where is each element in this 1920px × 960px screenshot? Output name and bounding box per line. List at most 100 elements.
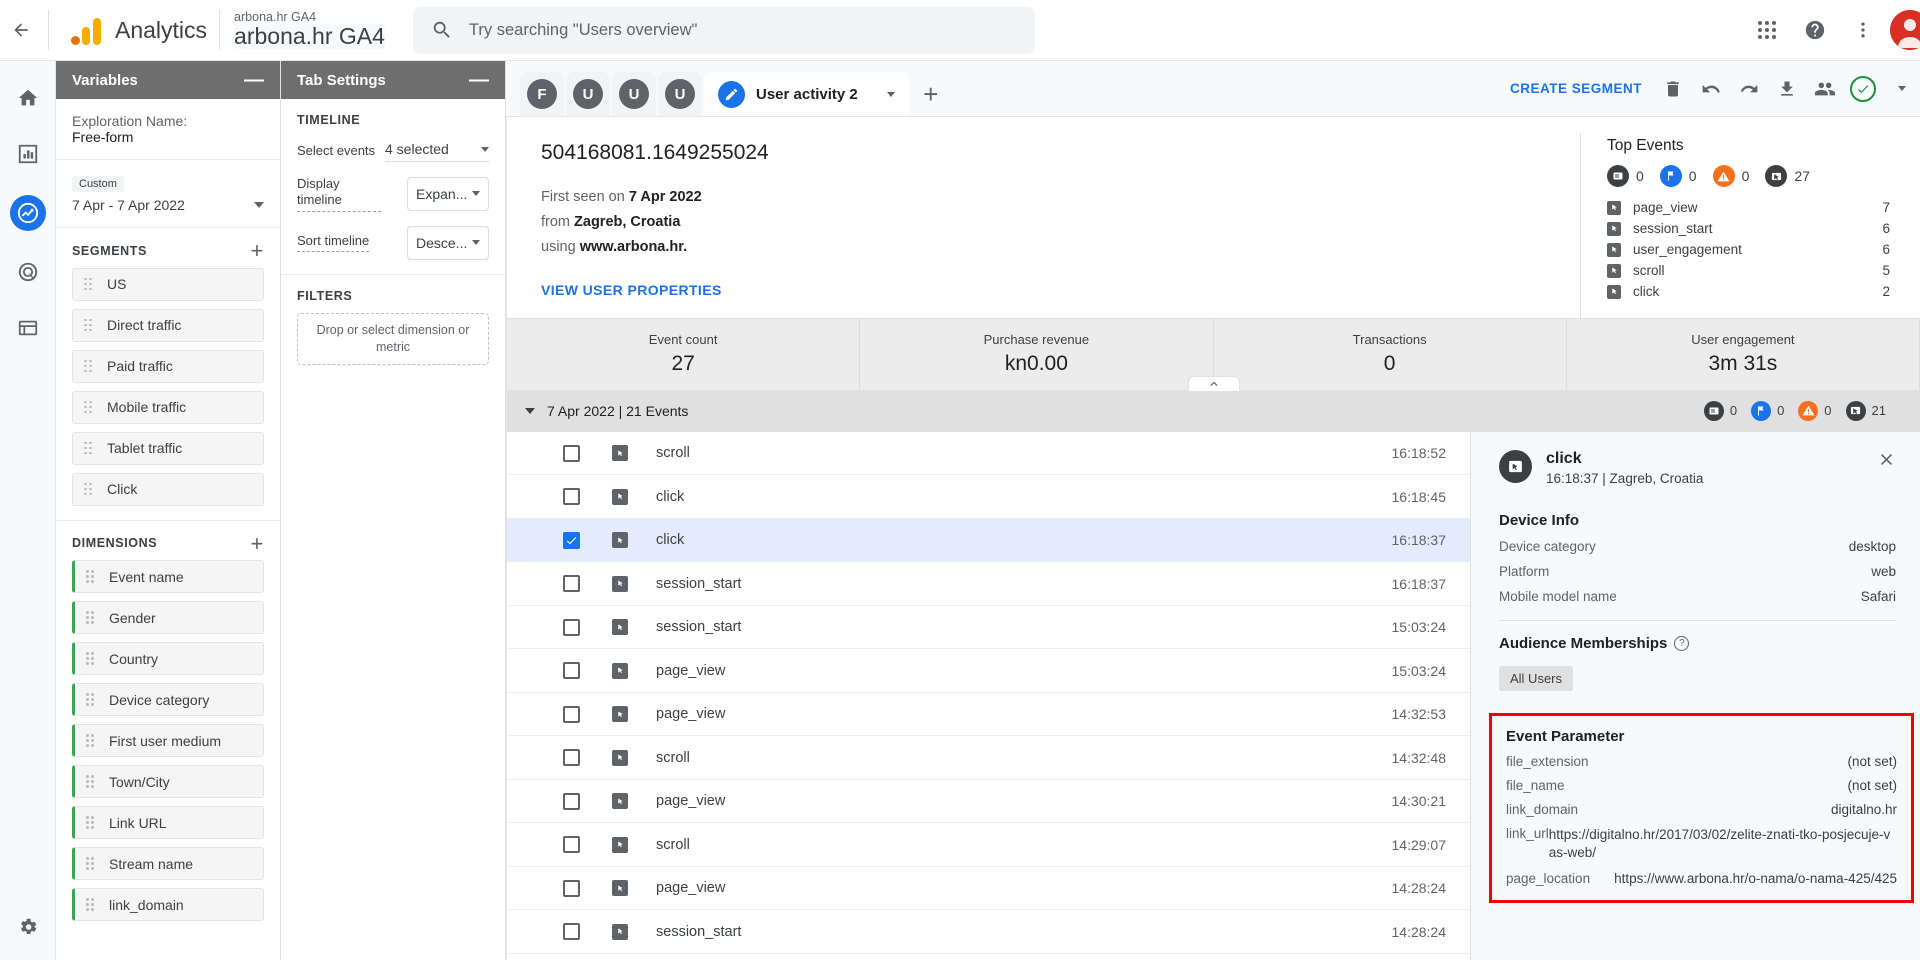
drag-handle-icon[interactable]: [84, 482, 98, 496]
table-row[interactable]: page_view 14:32:53: [507, 693, 1470, 737]
triangle-down-icon[interactable]: [525, 407, 535, 414]
add-dimension-button[interactable]: +: [251, 532, 264, 554]
sidebar-item-explore[interactable]: [9, 195, 46, 231]
sidebar-item-reports[interactable]: [13, 139, 43, 169]
dimension-item[interactable]: Country: [72, 642, 264, 676]
drag-handle-icon[interactable]: [86, 734, 100, 747]
drag-handle-icon[interactable]: [86, 775, 100, 788]
row-checkbox[interactable]: [563, 879, 580, 897]
top-event-row[interactable]: click 2: [1607, 281, 1890, 302]
view-user-properties-link[interactable]: VIEW USER PROPERTIES: [541, 282, 722, 298]
sidebar-item-home[interactable]: [13, 83, 43, 113]
dimension-item[interactable]: Event name: [72, 560, 264, 594]
top-event-row[interactable]: scroll 5: [1607, 260, 1890, 281]
sidebar-item-configure[interactable]: [13, 313, 43, 343]
collapse-metrics-button[interactable]: [1187, 375, 1240, 391]
more-options-button[interactable]: [1842, 9, 1884, 51]
undo-button[interactable]: [1694, 72, 1728, 106]
apps-button[interactable]: [1746, 9, 1788, 51]
dimension-item[interactable]: Device category: [72, 683, 264, 717]
back-button[interactable]: [6, 20, 36, 40]
tab-free-form[interactable]: F: [520, 72, 564, 116]
segment-item[interactable]: Mobile traffic: [72, 390, 264, 424]
row-checkbox[interactable]: [563, 705, 580, 723]
tab-user-activity-2[interactable]: User activity 2: [704, 72, 909, 116]
exploration-name-value[interactable]: Free-form: [72, 129, 264, 145]
chevron-down-icon[interactable]: [886, 91, 895, 97]
row-checkbox[interactable]: [563, 575, 580, 593]
table-row[interactable]: scroll 16:18:52: [507, 432, 1470, 476]
display-timeline-dropdown[interactable]: Expan...: [407, 176, 489, 211]
top-event-row[interactable]: session_start 6: [1607, 218, 1890, 239]
tab-user-1[interactable]: U: [566, 72, 610, 116]
close-detail-button[interactable]: [1877, 450, 1896, 469]
table-row[interactable]: click 16:18:45: [507, 475, 1470, 519]
top-event-row[interactable]: user_engagement 6: [1607, 239, 1890, 260]
row-checkbox[interactable]: [563, 792, 580, 810]
table-row[interactable]: page_view 14:30:21: [507, 780, 1470, 824]
row-checkbox[interactable]: [563, 836, 580, 854]
top-event-row[interactable]: page_view 7: [1607, 197, 1890, 218]
help-circle-icon[interactable]: ?: [1674, 635, 1690, 651]
table-row[interactable]: click 16:18:37: [507, 518, 1470, 563]
chevron-down-icon[interactable]: [254, 202, 264, 208]
date-range-section[interactable]: Custom 7 Apr - 7 Apr 2022: [56, 160, 280, 228]
segment-item[interactable]: Direct traffic: [72, 308, 264, 342]
row-checkbox[interactable]: [563, 618, 580, 636]
share-button[interactable]: [1808, 72, 1842, 106]
drag-handle-icon[interactable]: [86, 570, 100, 583]
drag-handle-icon[interactable]: [84, 400, 98, 414]
create-segment-button[interactable]: CREATE SEGMENT: [1510, 81, 1642, 96]
segment-item[interactable]: US: [72, 267, 264, 301]
help-button[interactable]: [1794, 9, 1836, 51]
add-tab-button[interactable]: +: [909, 72, 953, 116]
row-checkbox[interactable]: [563, 662, 580, 680]
drag-handle-icon[interactable]: [84, 318, 98, 332]
drag-handle-icon[interactable]: [86, 898, 100, 911]
drag-handle-icon[interactable]: [86, 816, 100, 829]
dimension-item[interactable]: Stream name: [72, 847, 264, 881]
download-button[interactable]: [1770, 72, 1804, 106]
segment-item[interactable]: Click: [72, 472, 264, 506]
sort-timeline-dropdown[interactable]: Desce...: [407, 225, 489, 260]
segment-item[interactable]: Tablet traffic: [72, 431, 264, 465]
redo-button[interactable]: [1732, 72, 1766, 106]
table-row[interactable]: scroll 14:29:07: [507, 823, 1470, 867]
dimension-item[interactable]: First user medium: [72, 724, 264, 758]
row-checkbox[interactable]: [563, 749, 580, 767]
filters-dropzone[interactable]: Drop or select dimension or metric: [297, 312, 489, 365]
segment-item[interactable]: Paid traffic: [72, 349, 264, 383]
drag-handle-icon[interactable]: [84, 441, 98, 455]
drag-handle-icon[interactable]: [86, 693, 100, 706]
add-segment-button[interactable]: +: [251, 240, 264, 262]
delete-button[interactable]: [1656, 72, 1690, 106]
variables-minimize-button[interactable]: —: [244, 70, 264, 90]
dimension-item[interactable]: link_domain: [72, 888, 264, 922]
drag-handle-icon[interactable]: [86, 652, 100, 665]
table-row[interactable]: page_view 15:03:24: [507, 649, 1470, 693]
avatar[interactable]: [1890, 10, 1920, 50]
tab-user-2[interactable]: U: [612, 72, 656, 116]
dimension-item[interactable]: Town/City: [72, 765, 264, 799]
select-events-dropdown[interactable]: 4 selected: [385, 141, 489, 162]
row-checkbox[interactable]: [563, 923, 580, 941]
drag-handle-icon[interactable]: [84, 277, 98, 291]
save-status-button[interactable]: [1846, 72, 1880, 106]
table-row[interactable]: session_start 15:03:24: [507, 606, 1470, 650]
table-row[interactable]: scroll 14:32:48: [507, 736, 1470, 780]
dimension-item[interactable]: Gender: [72, 601, 264, 635]
row-checkbox[interactable]: [563, 488, 580, 506]
table-row[interactable]: session_start 14:28:24: [507, 910, 1470, 954]
row-checkbox[interactable]: [563, 444, 580, 462]
tab-user-3[interactable]: U: [658, 72, 702, 116]
property-selector[interactable]: arbona.hr GA4 arbona.hr GA4: [234, 11, 385, 49]
table-row[interactable]: page_view 14:28:24: [507, 867, 1470, 911]
tab-settings-minimize-button[interactable]: —: [469, 70, 489, 90]
date-range-row[interactable]: 7 Apr - 7 Apr 2022: [72, 197, 264, 213]
row-checkbox[interactable]: [563, 531, 580, 549]
sidebar-item-settings[interactable]: [13, 912, 43, 942]
drag-handle-icon[interactable]: [86, 857, 100, 870]
drag-handle-icon[interactable]: [84, 359, 98, 373]
search-input[interactable]: Try searching "Users overview": [412, 6, 1035, 54]
dimension-item[interactable]: Link URL: [72, 806, 264, 840]
